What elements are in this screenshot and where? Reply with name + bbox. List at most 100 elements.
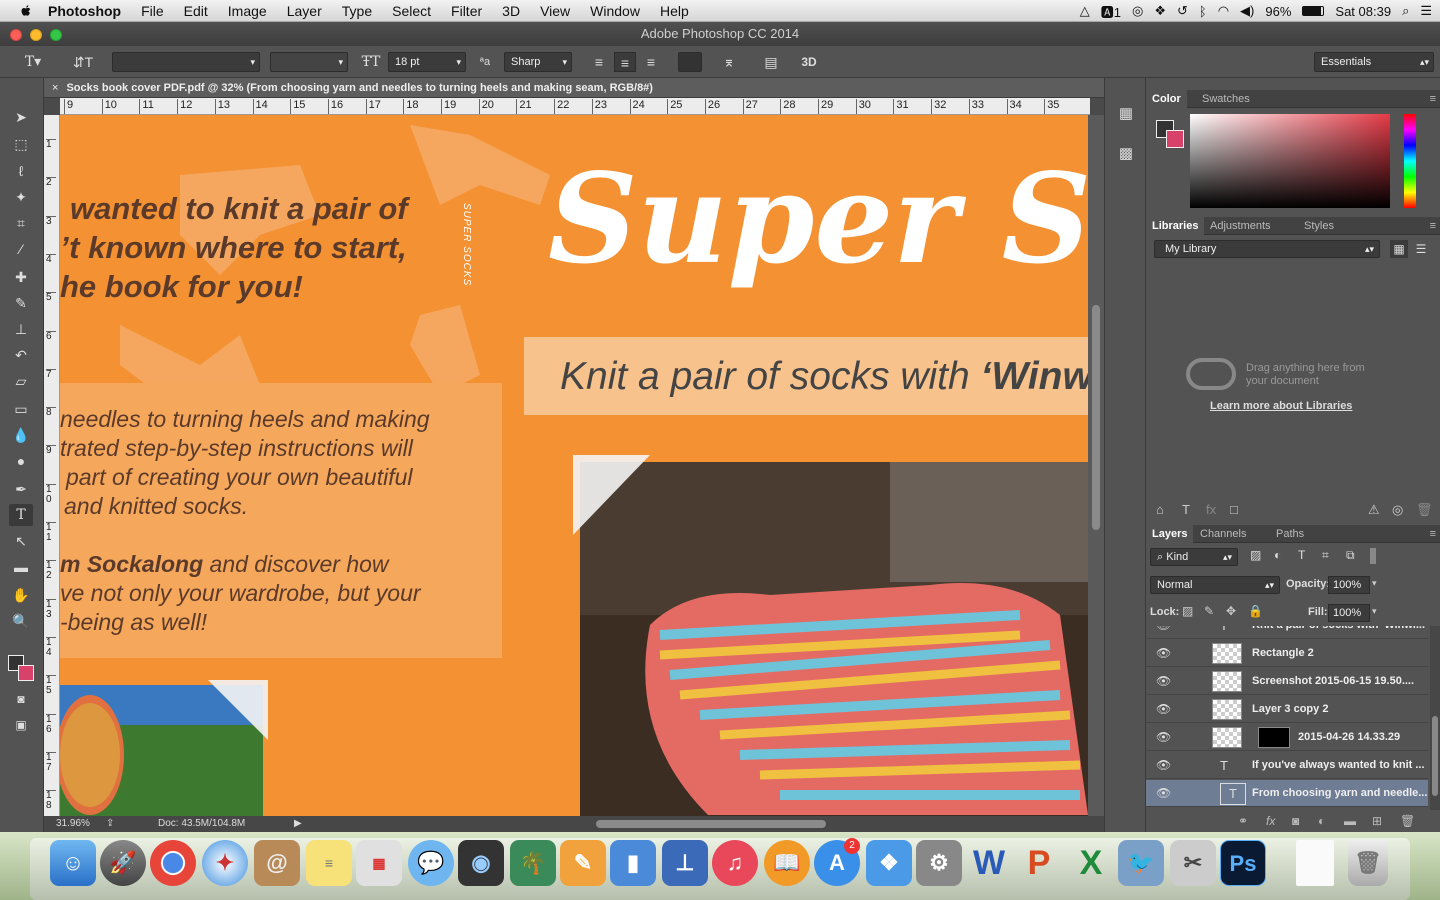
safari-icon[interactable]: ✦ [202,840,248,886]
documents-stack-icon[interactable] [1296,840,1334,886]
minimize-window-button[interactable] [30,29,42,41]
workspace-select[interactable]: Essentials ▴▾ [1314,52,1434,72]
history-panel-icon[interactable]: ▦ [1115,104,1137,126]
bluetooth-icon[interactable]: ᛒ [1199,4,1207,19]
tab-styles[interactable]: Styles [1298,217,1340,235]
lock-position-icon[interactable]: ✥ [1226,604,1236,618]
eye-icon[interactable]: 👁 [1156,626,1171,639]
menu-type[interactable]: Type [342,3,372,19]
color-field[interactable] [1190,114,1390,208]
filter-toggle[interactable] [1370,548,1376,564]
clone-stamp-tool-icon[interactable]: ⊥ [9,318,33,340]
tab-color[interactable]: Color [1146,90,1187,108]
pages-icon[interactable]: ✎ [560,840,606,886]
photoshop-icon[interactable]: Ps [1220,840,1266,886]
messages-icon[interactable]: 💬 [408,840,454,886]
library-select[interactable]: My Library ▴▾ [1154,240,1380,258]
link-layers-icon[interactable]: ⚭ [1238,814,1248,828]
gradient-tool-icon[interactable]: ▭ [9,398,33,420]
hue-slider[interactable] [1404,114,1416,208]
3d-button[interactable]: 3D [798,52,820,72]
iphoto-icon[interactable]: 🌴 [510,840,556,886]
scrollbar-thumb[interactable] [1432,716,1438,796]
dropbox-icon[interactable]: ❖ [1154,3,1166,19]
canvas-vertical-scrollbar[interactable] [1088,115,1104,816]
history-brush-tool-icon[interactable]: ↶ [9,344,33,366]
finder-icon[interactable]: ☺ [50,840,96,886]
rectangle-tool-icon[interactable]: ▬ [9,556,33,578]
layers-scrollbar[interactable] [1430,626,1440,810]
filter-smart-object-icon[interactable]: ⧉ [1346,548,1355,563]
filter-adjustment-icon[interactable]: ◐ [1274,548,1281,562]
eraser-tool-icon[interactable]: ▱ [9,370,33,392]
menu-window[interactable]: Window [590,3,640,19]
background-color-swatch[interactable] [18,665,34,681]
dodge-tool-icon[interactable]: ● [9,450,33,472]
screen-mode-icon[interactable]: ▣ [9,714,33,736]
layer-row[interactable]: 👁 2015-04-26 14.33.29 [1146,724,1428,751]
contacts-icon[interactable]: @ [254,840,300,886]
eyedropper-tool-icon[interactable]: ⁄ [9,238,33,260]
fill-dropdown-icon[interactable]: ▾ [1372,606,1377,617]
eye-icon[interactable]: 👁 [1156,780,1171,807]
apple-icon[interactable] [18,3,34,19]
pen-tool-icon[interactable]: ✒ [9,478,33,500]
new-adjustment-layer-icon[interactable]: ◐ [1318,814,1325,828]
document-canvas[interactable]: wanted to knit a pair of ’t known where … [60,115,1088,816]
ibooks-icon[interactable]: 📖 [764,840,810,886]
status-menu-arrow-icon[interactable]: ▶ [294,816,302,832]
menu-file[interactable]: File [141,3,164,19]
notifications-icon[interactable]: ☰ [1420,3,1432,19]
filter-shape-icon[interactable]: ⌗ [1322,548,1329,563]
google-drive-icon[interactable]: △ [1080,3,1090,19]
panel-menu-icon[interactable]: ≡ [1430,90,1436,108]
word-icon[interactable]: W [966,840,1012,886]
trash-icon[interactable]: 🗑 [1416,502,1433,518]
creative-cloud-icon[interactable]: ◎ [1132,3,1143,19]
scrollbar-thumb[interactable] [1092,305,1100,530]
lock-image-icon[interactable]: ✎ [1204,604,1214,618]
type-tool-preset-icon[interactable]: T▾ [22,52,44,72]
new-layer-icon[interactable]: ⊞ [1372,814,1382,828]
layer-filter-select[interactable]: ⌕ Kind ▴▾ [1150,548,1238,566]
wifi-icon[interactable]: ◠ [1218,3,1229,19]
add-mask-icon[interactable]: ◙ [1292,814,1299,828]
align-right-icon[interactable]: ≡ [640,52,662,72]
align-center-icon[interactable]: ≡ [614,52,636,72]
filter-type-icon[interactable]: T [1298,548,1305,562]
layer-row[interactable]: 👁 Screenshot 2015-06-15 19.50.... [1146,668,1428,695]
menu-view[interactable]: View [540,3,570,19]
cc-sync-icon[interactable]: ◎ [1392,502,1403,518]
menu-app[interactable]: Photoshop [48,3,121,19]
lasso-tool-icon[interactable]: ℓ [9,160,33,182]
horizontal-scrollbar-thumb[interactable] [596,820,826,828]
warning-icon[interactable]: ⚠ [1368,502,1380,518]
quick-mask-icon[interactable]: ◙ [9,688,33,710]
close-window-button[interactable] [10,29,22,41]
tab-adjustments[interactable]: Adjustments [1204,217,1277,235]
volume-icon[interactable]: ◀) [1240,3,1254,19]
zoom-tool-icon[interactable]: 🔍 [9,610,33,632]
brush-tool-icon[interactable]: ✎ [9,292,33,314]
font-size-select[interactable]: 18 pt ▾ [388,52,466,72]
close-document-icon[interactable]: × [52,82,58,94]
battery-percent[interactable]: 96% [1265,4,1291,19]
eye-icon[interactable]: 👁 [1156,668,1171,695]
path-selection-tool-icon[interactable]: ↖ [9,530,33,552]
excel-icon[interactable]: X [1068,840,1114,886]
clock[interactable]: Sat 08:39 [1335,4,1391,19]
layer-row[interactable]: 👁 Layer 3 copy 2 [1146,696,1428,723]
launchpad-icon[interactable]: 🚀 [100,840,146,886]
menu-edit[interactable]: Edit [184,3,208,19]
fill-field[interactable]: 100% [1328,604,1370,622]
marquee-tool-icon[interactable]: ⬚ [9,133,33,155]
adobe-cc-icon[interactable]: 🅰1 [1101,2,1121,21]
delete-layer-icon[interactable]: 🗑 [1400,814,1415,828]
add-layer-style-icon[interactable]: fx [1206,502,1216,517]
tab-swatches[interactable]: Swatches [1196,90,1256,108]
font-style-select[interactable]: ▾ [270,52,348,72]
character-panel-icon[interactable]: ▤ [760,52,782,72]
facetime-icon[interactable]: ◉ [458,840,504,886]
eye-icon[interactable]: 👁 [1156,640,1171,667]
grid-view-icon[interactable]: ▦ [1390,240,1408,258]
